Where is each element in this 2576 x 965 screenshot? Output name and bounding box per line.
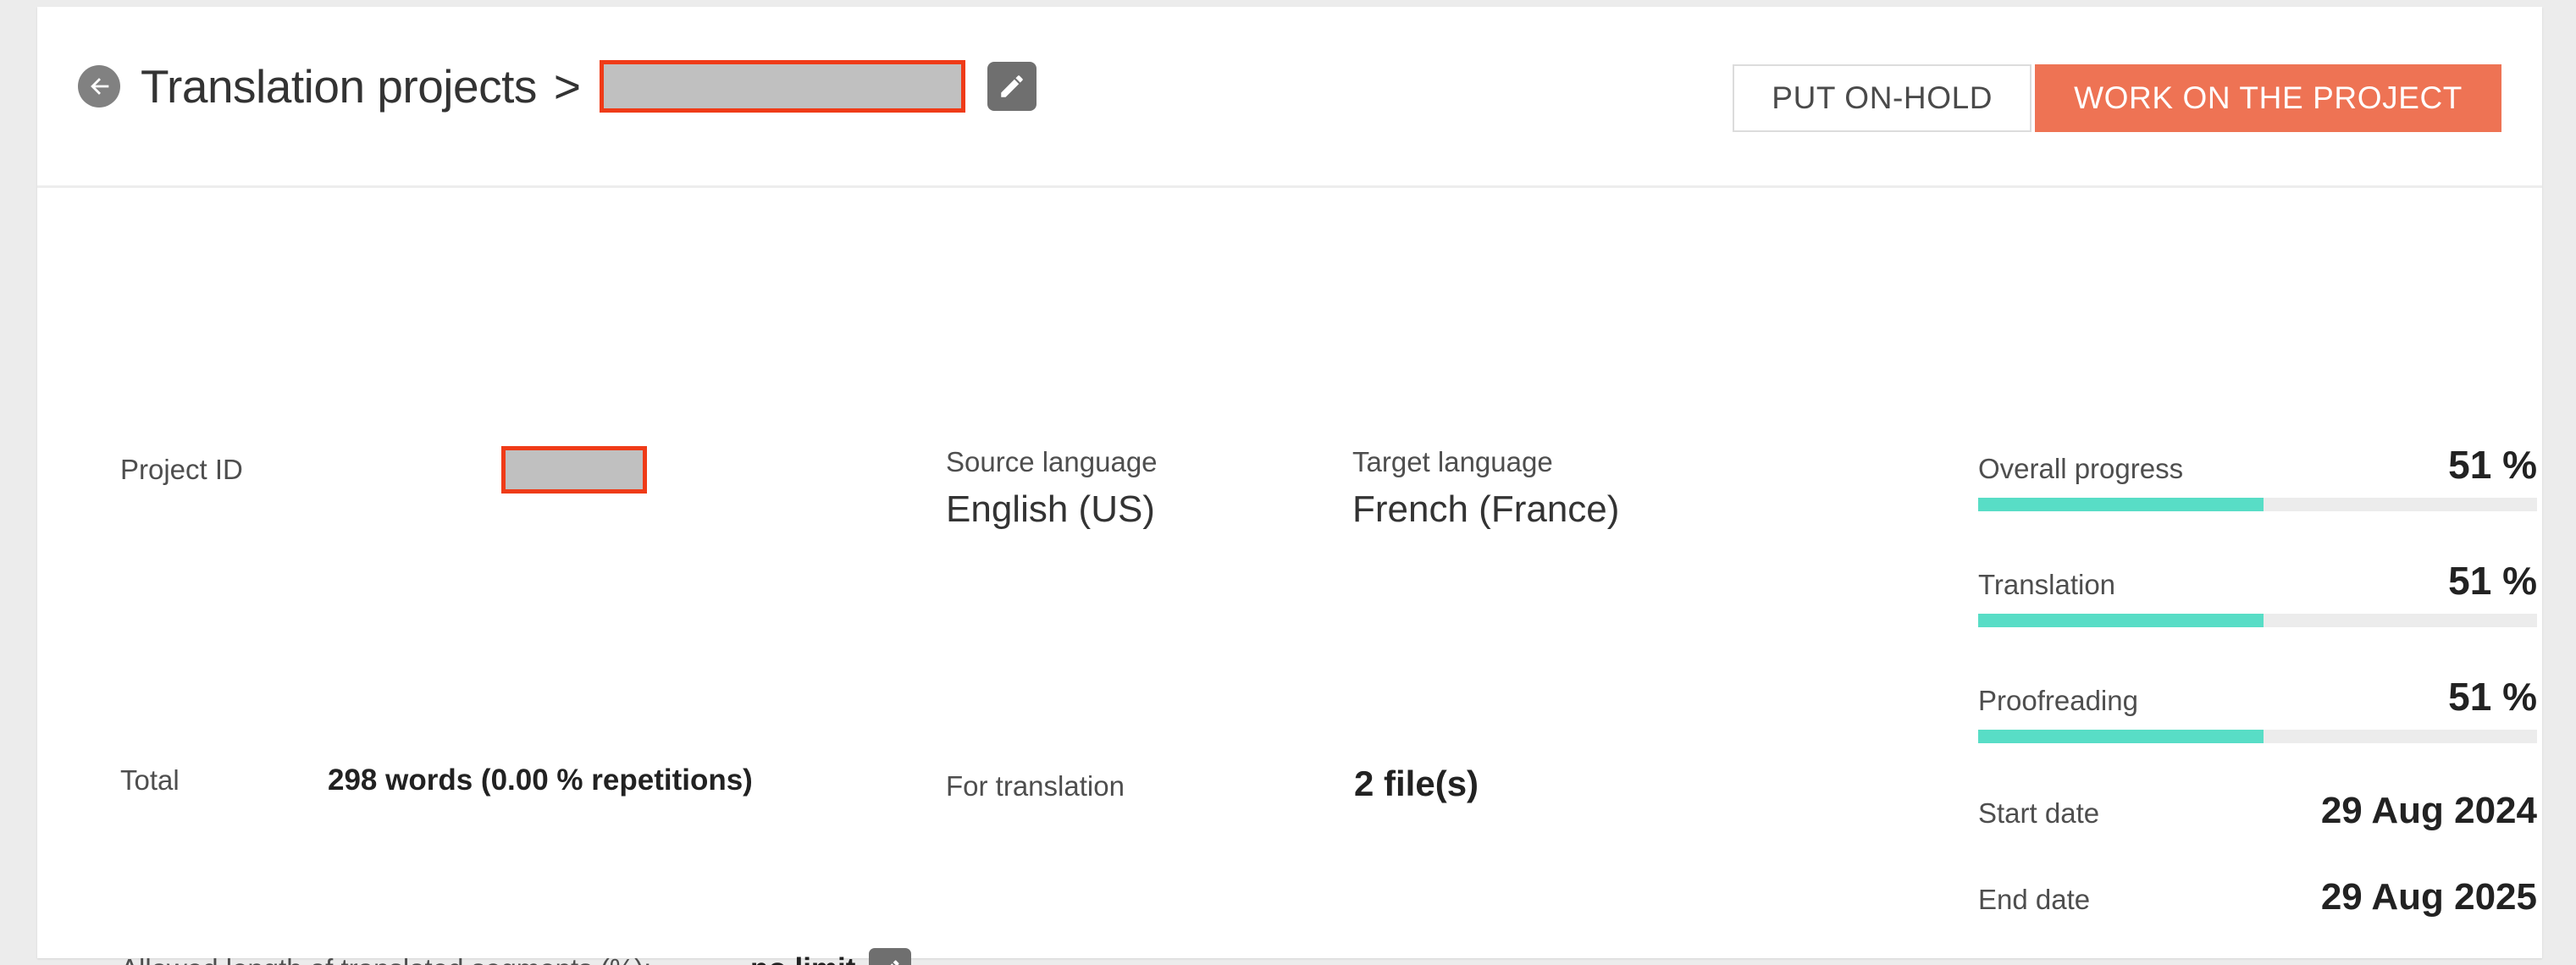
progress-fill	[1978, 498, 2264, 511]
total-value: 298 words (0.00 % repetitions)	[328, 764, 753, 797]
start-date-label: Start date	[1978, 797, 2100, 829]
project-details-body: Project ID Source language English (US) …	[37, 188, 2542, 965]
progress-percent: 51 %	[2448, 675, 2537, 719]
progress-header: Overall progress 51 %	[1978, 442, 2537, 488]
progress-percent: 51 %	[2448, 443, 2537, 487]
progress-label: Proofreading	[1978, 685, 2138, 716]
progress-header: Translation 51 %	[1978, 558, 2537, 604]
source-language-block: Source language English (US)	[946, 446, 1158, 531]
progress-label: Overall progress	[1978, 453, 2184, 484]
target-language-block: Target language French (France)	[1352, 446, 1619, 531]
page-title: Translation projects	[141, 60, 537, 113]
progress-track	[1978, 730, 2537, 743]
edit-project-name-button[interactable]	[987, 62, 1037, 111]
allowed-length-row: Allowed length of translated segments (%…	[120, 948, 912, 965]
target-language-label: Target language	[1352, 446, 1553, 477]
progress-item-overall: Overall progress 51 %	[1978, 442, 2537, 511]
breadcrumb-separator: >	[553, 60, 582, 113]
progress-fill	[1978, 614, 2264, 627]
target-language-value: French (France)	[1352, 488, 1620, 530]
allowed-length-value: no limit	[750, 952, 855, 965]
end-date-value: 29 Aug 2025	[2320, 876, 2537, 918]
total-words-row: Total 298 words (0.00 % repetitions)	[120, 764, 753, 797]
header-action-buttons: PUT ON-HOLD WORK ON THE PROJECT	[1733, 64, 2501, 132]
project-name-redacted	[600, 60, 966, 113]
breadcrumb: Translation projects >	[78, 59, 1037, 113]
work-on-project-button[interactable]: WORK ON THE PROJECT	[2035, 64, 2501, 132]
end-date-label: End date	[1978, 884, 2091, 915]
progress-item-translation: Translation 51 %	[1978, 558, 2537, 627]
progress-percent: 51 %	[2448, 559, 2537, 603]
for-translation-value: 2 file(s)	[1354, 764, 1479, 803]
edit-allowed-length-button[interactable]	[869, 948, 912, 965]
progress-track	[1978, 498, 2537, 511]
progress-label: Translation	[1978, 569, 2116, 600]
back-arrow-icon[interactable]	[78, 65, 120, 108]
start-date-row: Start date 29 Aug 2024	[1978, 790, 2537, 832]
project-id-redacted-value	[501, 446, 647, 494]
end-date-row: End date 29 Aug 2025	[1978, 876, 2537, 918]
for-translation-label: For translation	[946, 770, 1125, 802]
project-id-row: Project ID	[120, 446, 647, 494]
progress-fill	[1978, 730, 2264, 743]
project-detail-card: Translation projects > PUT ON-HOLD WORK …	[37, 7, 2542, 965]
allowed-length-label: Allowed length of translated segments (%…	[120, 953, 750, 965]
progress-header: Proofreading 51 %	[1978, 674, 2537, 720]
project-id-label: Project ID	[120, 454, 243, 485]
start-date-value: 29 Aug 2024	[2320, 790, 2537, 831]
pencil-icon	[878, 957, 902, 965]
source-language-label: Source language	[946, 446, 1158, 477]
put-on-hold-button[interactable]: PUT ON-HOLD	[1733, 64, 2032, 132]
progress-item-proofreading: Proofreading 51 %	[1978, 674, 2537, 743]
page-header: Translation projects > PUT ON-HOLD WORK …	[37, 7, 2542, 188]
source-language-value: English (US)	[946, 488, 1155, 530]
page-root: Translation projects > PUT ON-HOLD WORK …	[0, 0, 2576, 965]
progress-panel: Overall progress 51 % Translation 51 % P…	[1978, 442, 2537, 965]
pencil-icon	[998, 72, 1026, 101]
progress-track	[1978, 614, 2537, 627]
for-translation-row: For translation 2 file(s)	[946, 764, 1479, 804]
total-label: Total	[120, 764, 180, 796]
